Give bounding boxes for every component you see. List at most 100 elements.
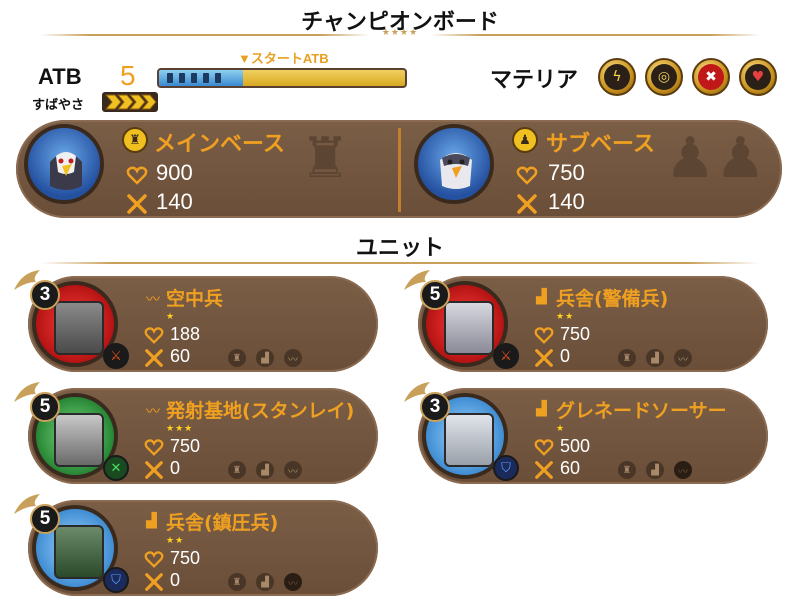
- unit-type-icon: 〰: [146, 404, 160, 420]
- target-base-icon: ♜: [228, 349, 246, 367]
- pawn-icon: ♟: [512, 127, 538, 153]
- cross-icon: ✖: [698, 64, 724, 90]
- sub-base-avatar[interactable]: [414, 124, 494, 204]
- unit-type-icon: ▟: [536, 401, 547, 417]
- unit-cost-badge: 5: [420, 280, 450, 310]
- atb-segment: [179, 73, 185, 83]
- heart-icon: ♥: [745, 64, 771, 90]
- heart-hp-icon: [144, 439, 164, 456]
- sub-base-atk: 140: [548, 189, 585, 214]
- atb-segment: [215, 73, 221, 83]
- heart-hp-icon: [144, 551, 164, 568]
- unit-stars: ★: [556, 424, 566, 434]
- unit-machine-icon: [444, 413, 494, 467]
- unit-cost-badge: 3: [30, 280, 60, 310]
- atb-bar: [157, 68, 407, 88]
- target-base-icon: ♜: [228, 461, 246, 479]
- atb-label: ATB: [38, 64, 82, 89]
- materia-slot-2[interactable]: ◎: [645, 58, 683, 96]
- units-divider: [40, 262, 760, 264]
- heart-hp-icon: [144, 327, 164, 344]
- unit-machine-icon: [444, 301, 494, 355]
- atb-value: 5: [120, 60, 136, 91]
- unit-hp: 750: [170, 436, 201, 456]
- unit-cost-badge: 3: [420, 392, 450, 422]
- base-divider: [398, 128, 401, 212]
- unit-machine-icon: [54, 525, 104, 579]
- unit-hp: 188: [170, 324, 201, 344]
- main-base-hp: 900: [156, 160, 193, 185]
- swirl-icon: ◎: [651, 64, 677, 90]
- heart-hp-icon: [516, 166, 538, 185]
- materia-slot-1[interactable]: ϟ: [598, 58, 636, 96]
- target-ground-icon: ▟: [646, 461, 664, 479]
- swords-atk-icon: [517, 194, 537, 214]
- unit-machine-icon: [54, 413, 104, 467]
- shield-badge-icon: ⛉: [103, 567, 129, 593]
- falcon-icon: [440, 153, 472, 189]
- sword-badge-icon: ⚔: [493, 343, 519, 369]
- swords-atk-icon: [145, 461, 163, 479]
- rook-icon: ♜: [122, 127, 148, 153]
- pawn-silhouette-icon: ♟♟: [665, 126, 766, 191]
- atb-segment: [167, 73, 173, 83]
- unit-name: 発射基地(スタンレイ): [166, 400, 355, 422]
- target-air-disabled-icon: 〰: [674, 461, 692, 479]
- unit-cost-badge: 5: [30, 392, 60, 422]
- unit-name: グレネードソーサー: [556, 400, 727, 422]
- target-base-icon: ♜: [228, 573, 246, 591]
- target-base-icon: ♜: [618, 461, 636, 479]
- unit-atk: 60: [170, 346, 191, 366]
- unit-atk: 60: [560, 458, 581, 478]
- atb-start-marker: ▼スタートATB: [238, 51, 329, 66]
- unit-stars: ★★★: [166, 424, 194, 434]
- target-air-icon: 〰: [284, 461, 302, 479]
- target-ground-icon: ▟: [256, 461, 274, 479]
- rook-silhouette-icon: ♜: [300, 126, 351, 191]
- units-title: ユニット: [355, 236, 444, 261]
- unit-type-icon: ▟: [146, 513, 157, 529]
- atb-segment: [191, 73, 197, 83]
- target-ground-icon: ▟: [256, 349, 274, 367]
- swords-atk-icon: [535, 461, 553, 479]
- target-ground-icon: ▟: [256, 573, 274, 591]
- unit-atk: 0: [170, 458, 181, 478]
- target-base-icon: ♜: [618, 349, 636, 367]
- lightning-icon: ϟ: [604, 64, 630, 90]
- unit-type-icon: ▟: [536, 289, 547, 305]
- main-base-atk: 140: [156, 189, 193, 214]
- unit-hp: 750: [560, 324, 591, 344]
- unit-type-icon: 〰: [146, 292, 160, 308]
- unit-stars: ★: [166, 312, 176, 322]
- unit-hp: 500: [560, 436, 591, 456]
- swords-atk-icon: [535, 349, 553, 367]
- heart-hp-icon: [534, 327, 554, 344]
- swords-atk-icon: [145, 573, 163, 591]
- unit-name: 兵舎(鎮圧兵): [166, 512, 279, 534]
- heart-hp-icon: [534, 439, 554, 456]
- target-air-icon: 〰: [284, 349, 302, 367]
- unit-cost-badge: 5: [30, 504, 60, 534]
- materia-slot-4[interactable]: ♥: [739, 58, 777, 96]
- eagle-icon: [50, 152, 82, 190]
- unit-atk: 0: [170, 570, 181, 590]
- unit-atk: 0: [560, 346, 571, 366]
- materia-slot-3[interactable]: ✖: [692, 58, 730, 96]
- main-base-avatar[interactable]: [24, 124, 104, 204]
- unit-hp: 750: [170, 548, 201, 568]
- unit-name: 兵舎(警備兵): [556, 288, 669, 310]
- heart-hp-icon: [126, 166, 148, 185]
- swords-atk-icon: [145, 349, 163, 367]
- unit-name: 空中兵: [166, 288, 224, 310]
- unit-stars: ★★: [556, 312, 575, 322]
- sword-badge-icon: ⚔: [103, 343, 129, 369]
- crossed-swords-badge-icon: ✕: [103, 455, 129, 481]
- sub-base-hp: 750: [548, 160, 585, 185]
- atb-segment: [203, 73, 209, 83]
- target-air-icon: 〰: [674, 349, 692, 367]
- materia-label: マテリア: [490, 68, 579, 93]
- sub-base-title: サブベース: [546, 132, 655, 157]
- unit-machine-icon: [54, 301, 104, 355]
- swords-atk-icon: [127, 194, 147, 214]
- main-base-title: メインベース: [154, 132, 285, 157]
